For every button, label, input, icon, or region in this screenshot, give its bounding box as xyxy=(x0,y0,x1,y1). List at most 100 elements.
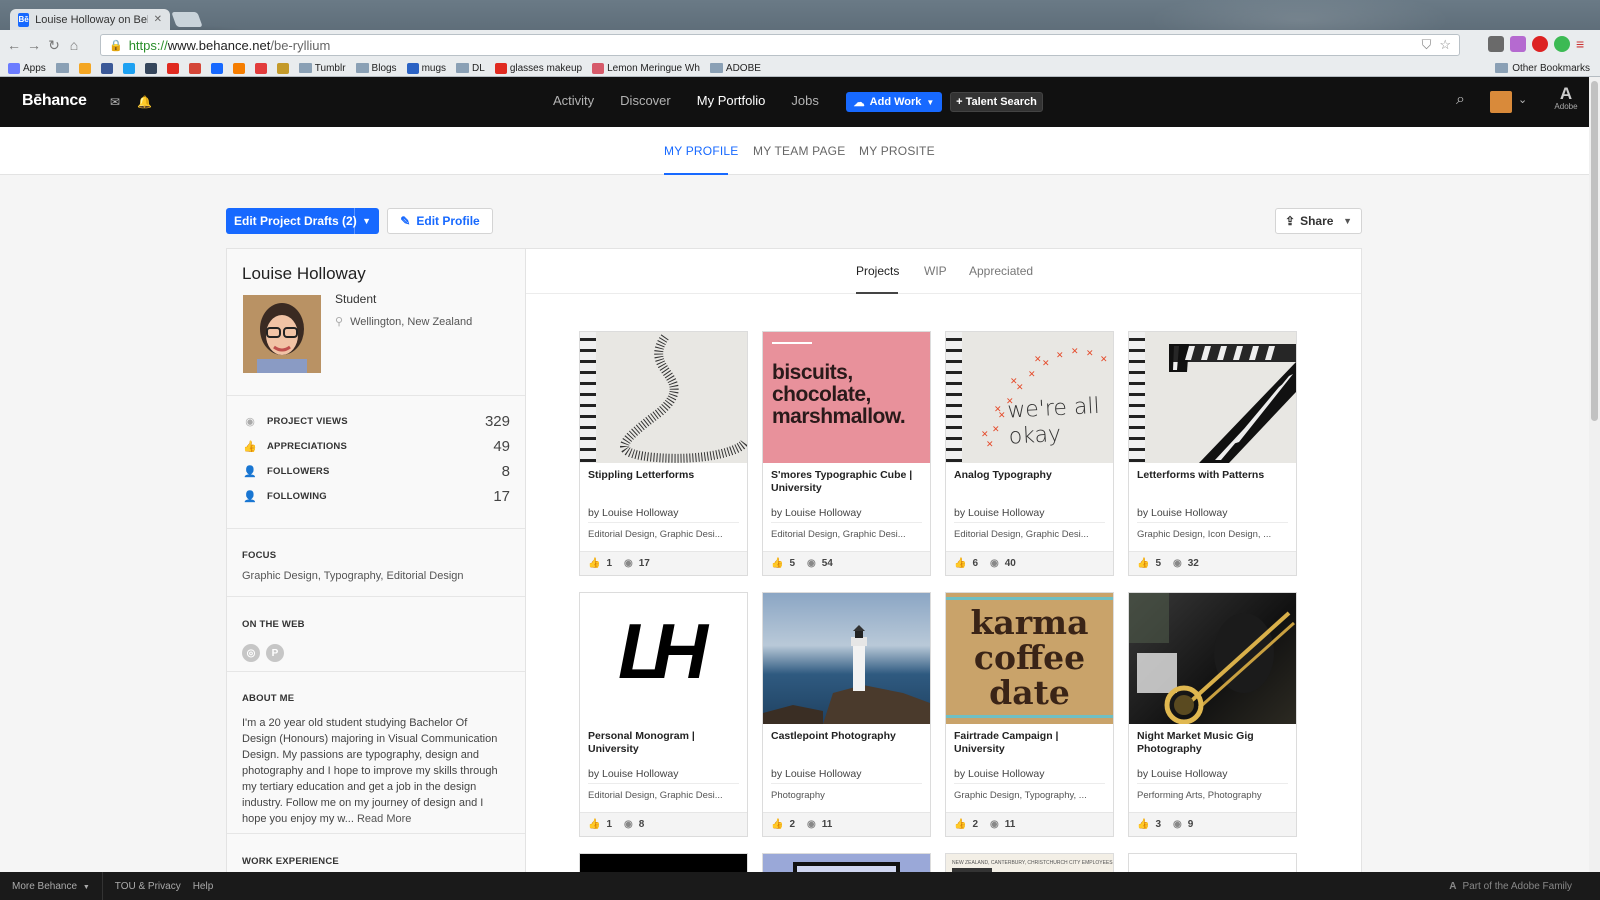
project-owner[interactable]: by Louise Holloway xyxy=(588,768,678,780)
scrollbar-thumb[interactable] xyxy=(1591,81,1598,421)
project-thumbnail[interactable]: LH xyxy=(580,593,747,724)
bookmark-item[interactable]: Apps xyxy=(8,62,46,74)
bookmark-item[interactable] xyxy=(210,62,223,74)
instagram-icon[interactable]: ◎ xyxy=(242,644,260,662)
extension-purple-icon[interactable] xyxy=(1510,36,1526,52)
project-card[interactable]: LH Personal Monogram | University by Lou… xyxy=(579,592,748,837)
project-thumbnail[interactable]: karma coffee date xyxy=(946,593,1113,724)
extension-green-icon[interactable] xyxy=(1554,36,1570,52)
project-card[interactable] xyxy=(762,853,931,872)
nav-activity[interactable]: Activity xyxy=(553,93,594,108)
bookmark-item[interactable] xyxy=(55,63,69,73)
add-work-button[interactable]: ☁ Add Work ▼ xyxy=(846,92,942,112)
bookmark-item[interactable]: DL xyxy=(456,63,485,74)
project-title[interactable]: Fairtrade Campaign | University xyxy=(954,730,1106,756)
bookmark-item[interactable]: Blogs xyxy=(355,63,397,74)
tab-wip[interactable]: WIP xyxy=(924,264,947,278)
browser-tab[interactable]: Bē Louise Holloway on Behance ✕ xyxy=(10,9,170,30)
bookmark-item[interactable] xyxy=(144,62,157,74)
nav-my-portfolio[interactable]: My Portfolio xyxy=(697,93,766,108)
chevron-down-icon[interactable]: ▼ xyxy=(362,216,371,226)
bookmark-item[interactable] xyxy=(122,62,135,74)
project-card[interactable]: biscuits, chocolate, marshmallow. S'more… xyxy=(762,331,931,576)
avatar[interactable] xyxy=(1490,91,1512,113)
project-title[interactable]: Castlepoint Photography xyxy=(771,730,923,743)
stat-following[interactable]: 👤 FOLLOWING 17 xyxy=(242,488,510,505)
tab-projects[interactable]: Projects xyxy=(856,264,899,278)
bookmark-item[interactable]: ADOBE xyxy=(709,63,761,74)
tab-my-prosite[interactable]: MY PROSITE xyxy=(859,144,935,158)
project-title[interactable]: Letterforms with Patterns xyxy=(1137,469,1289,482)
edit-profile-button[interactable]: ✎ Edit Profile xyxy=(387,208,493,234)
tou-privacy-link[interactable]: TOU & Privacy xyxy=(103,881,193,892)
project-thumbnail[interactable] xyxy=(1129,593,1296,724)
talent-search-button[interactable]: + Talent Search xyxy=(950,92,1043,112)
bookmark-item[interactable]: Lemon Meringue Wh xyxy=(592,62,700,74)
project-title[interactable]: Personal Monogram | University xyxy=(588,730,740,756)
edit-project-drafts-button[interactable]: Edit Project Drafts (2) ▼ xyxy=(226,208,379,234)
menu-icon[interactable]: ≡ xyxy=(1576,36,1592,52)
share-button[interactable]: ⇪ Share ▼ xyxy=(1275,208,1362,234)
tab-my-team-page[interactable]: MY TEAM PAGE xyxy=(753,144,845,158)
bookmark-item[interactable]: Tumblr xyxy=(298,63,346,74)
project-owner[interactable]: by Louise Holloway xyxy=(771,507,861,519)
extension-s-icon[interactable] xyxy=(1488,36,1504,52)
project-thumbnail[interactable] xyxy=(580,332,747,463)
project-thumbnail[interactable]: ✕ ✕ ✕ ✕ ✕ ✕ ✕ ✕ ✕ ✕ ✕ ✕ ✕ ✕ ✕ we're all okay xyxy=(946,332,1113,463)
project-card[interactable]: Castlepoint Photography by Louise Hollow… xyxy=(762,592,931,837)
stat-followers[interactable]: 👤 FOLLOWERS 8 xyxy=(242,463,510,480)
bookmark-item[interactable] xyxy=(166,62,179,74)
project-owner[interactable]: by Louise Holloway xyxy=(771,768,861,780)
project-card[interactable]: karma coffee date Fairtrade Campaign | U… xyxy=(945,592,1114,837)
project-owner[interactable]: by Louise Holloway xyxy=(1137,768,1227,780)
help-link[interactable]: Help xyxy=(193,881,226,892)
profile-avatar[interactable] xyxy=(243,295,321,373)
adobe-family-link[interactable]: A Part of the Adobe Family xyxy=(1449,881,1572,892)
home-icon[interactable]: ⌂ xyxy=(64,37,84,53)
project-card[interactable]: Night Market Music Gig Photography by Lo… xyxy=(1128,592,1297,837)
bookmark-item[interactable] xyxy=(276,62,289,74)
bookmark-item[interactable] xyxy=(188,62,201,74)
project-card[interactable] xyxy=(579,853,748,872)
bookmark-item[interactable]: mugs xyxy=(406,62,446,74)
shield-icon[interactable]: ⛉ xyxy=(1422,37,1432,53)
bookmark-item[interactable] xyxy=(254,62,267,74)
forward-icon[interactable]: → xyxy=(24,37,44,53)
more-behance-menu[interactable]: More Behance ▼ xyxy=(0,881,102,892)
project-card[interactable]: ✕ ✕ ✕ ✕ ✕ ✕ ✕ ✕ ✕ ✕ ✕ ✕ ✕ ✕ ✕ we're all okay Analo… xyxy=(945,331,1114,576)
project-title[interactable]: S'mores Typographic Cube | University xyxy=(771,469,923,495)
tab-appreciated[interactable]: Appreciated xyxy=(969,264,1033,278)
other-bookmarks[interactable]: Other Bookmarks xyxy=(1495,63,1590,74)
star-icon[interactable]: ☆ xyxy=(1439,37,1451,53)
notifications-bell-icon[interactable]: 🔔 xyxy=(137,95,152,109)
project-title[interactable]: Stippling Letterforms xyxy=(588,469,740,482)
bookmark-item[interactable]: glasses makeup xyxy=(494,62,582,74)
project-owner[interactable]: by Louise Holloway xyxy=(954,768,1044,780)
project-thumbnail[interactable]: biscuits, chocolate, marshmallow. xyxy=(763,332,930,463)
nav-jobs[interactable]: Jobs xyxy=(791,93,818,108)
address-bar[interactable]: 🔒 https:// www.behance.net /be-ryllium ⛉… xyxy=(100,34,1460,56)
chevron-down-icon[interactable]: ▼ xyxy=(1343,216,1352,226)
project-card[interactable]: NEW ZEALAND, CANTERBURY, CHRISTCHURCH CI… xyxy=(945,853,1114,872)
pinterest-icon[interactable]: P xyxy=(266,644,284,662)
bookmark-item[interactable] xyxy=(100,62,113,74)
extension-opera-icon[interactable] xyxy=(1532,36,1548,52)
reload-icon[interactable]: ↻ xyxy=(44,37,64,54)
project-owner[interactable]: by Louise Holloway xyxy=(1137,507,1227,519)
close-icon[interactable]: ✕ xyxy=(154,14,162,25)
tab-my-profile[interactable]: MY PROFILE xyxy=(664,144,738,158)
project-thumbnail[interactable] xyxy=(1129,332,1296,463)
back-icon[interactable]: ← xyxy=(4,37,24,53)
nav-discover[interactable]: Discover xyxy=(620,93,671,108)
project-owner[interactable]: by Louise Holloway xyxy=(954,507,1044,519)
bookmark-item[interactable] xyxy=(232,62,245,74)
project-title[interactable]: Night Market Music Gig Photography xyxy=(1137,730,1289,756)
new-tab-button[interactable] xyxy=(171,12,203,27)
project-owner[interactable]: by Louise Holloway xyxy=(588,507,678,519)
adobe-link[interactable]: A Adobe xyxy=(1550,85,1582,111)
behance-logo[interactable]: Bēhance xyxy=(22,92,87,110)
search-icon[interactable]: ⌕ xyxy=(1456,91,1465,109)
page-scrollbar[interactable] xyxy=(1589,77,1600,872)
messages-icon[interactable]: ✉ xyxy=(110,95,120,109)
project-card[interactable]: Stippling Letterforms by Louise Holloway… xyxy=(579,331,748,576)
